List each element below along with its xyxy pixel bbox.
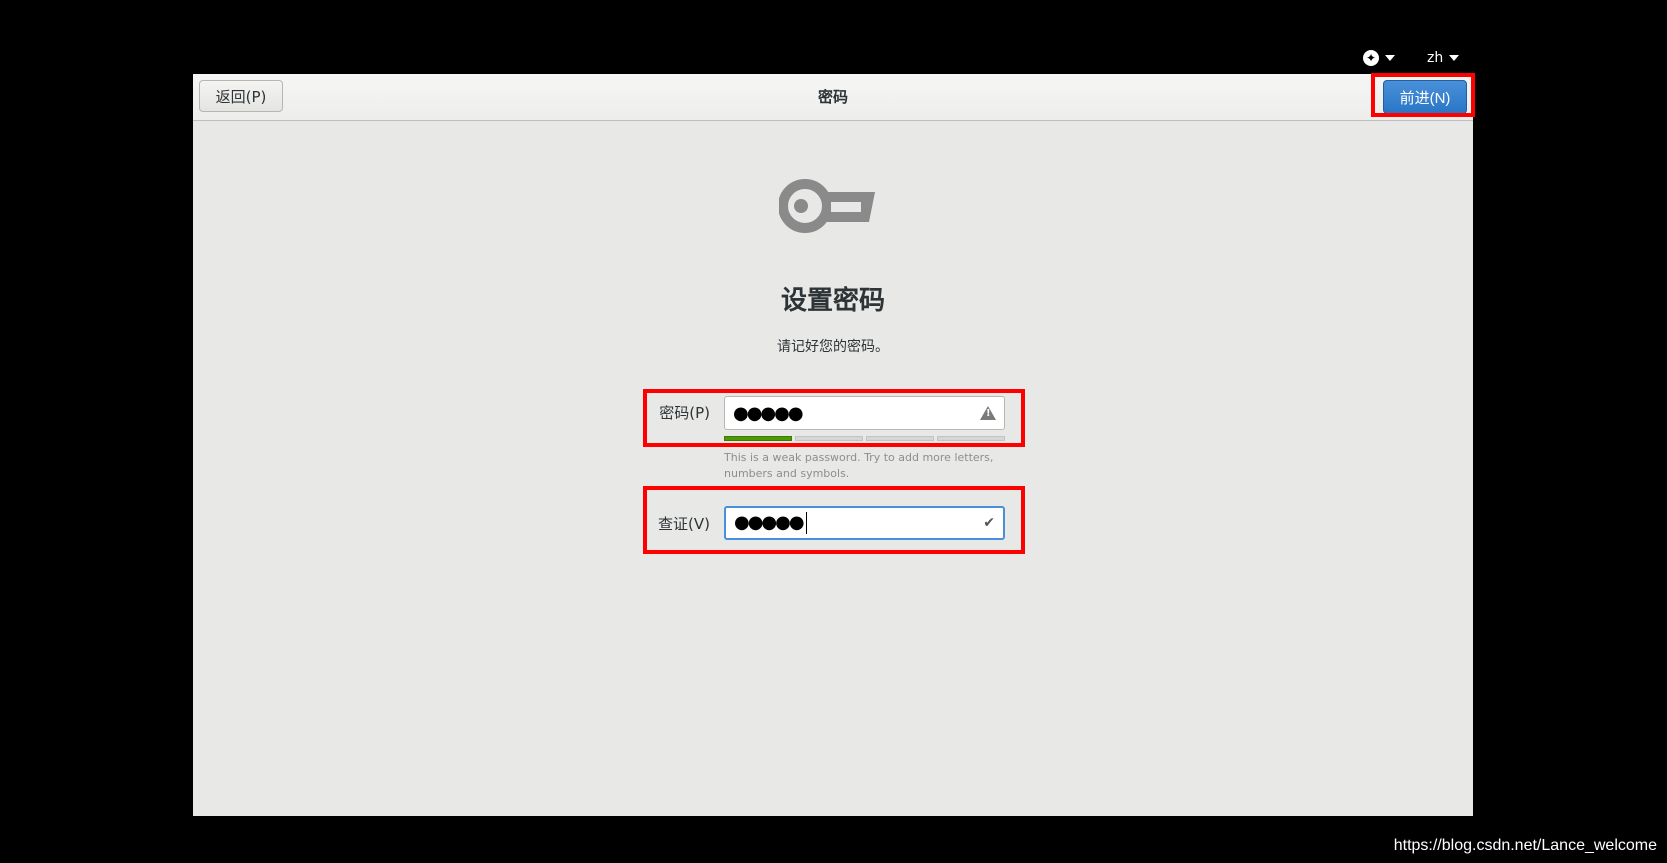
watermark: https://blog.csdn.net/Lance_welcome [1393,837,1657,854]
chevron-down-icon [1449,55,1460,61]
highlight-confirm [643,486,1025,554]
page-title: 密码 [817,88,848,106]
page-heading: 设置密码 [780,286,885,316]
accessibility-menu[interactable]: ✦ [1363,50,1395,66]
page-subtext: 请记好您的密码。 [777,339,889,355]
highlight-next [1371,73,1475,117]
password-hint: This is a weak password. Try to add more… [724,451,994,480]
language-label: zh [1427,50,1444,66]
header-bar: 返回(P) 密码 前进(N) [193,74,1473,121]
accessibility-icon: ✦ [1363,50,1379,66]
chevron-down-icon [1385,55,1395,61]
language-menu[interactable]: zh [1427,50,1460,66]
highlight-password [643,389,1025,447]
key-icon [779,179,875,233]
